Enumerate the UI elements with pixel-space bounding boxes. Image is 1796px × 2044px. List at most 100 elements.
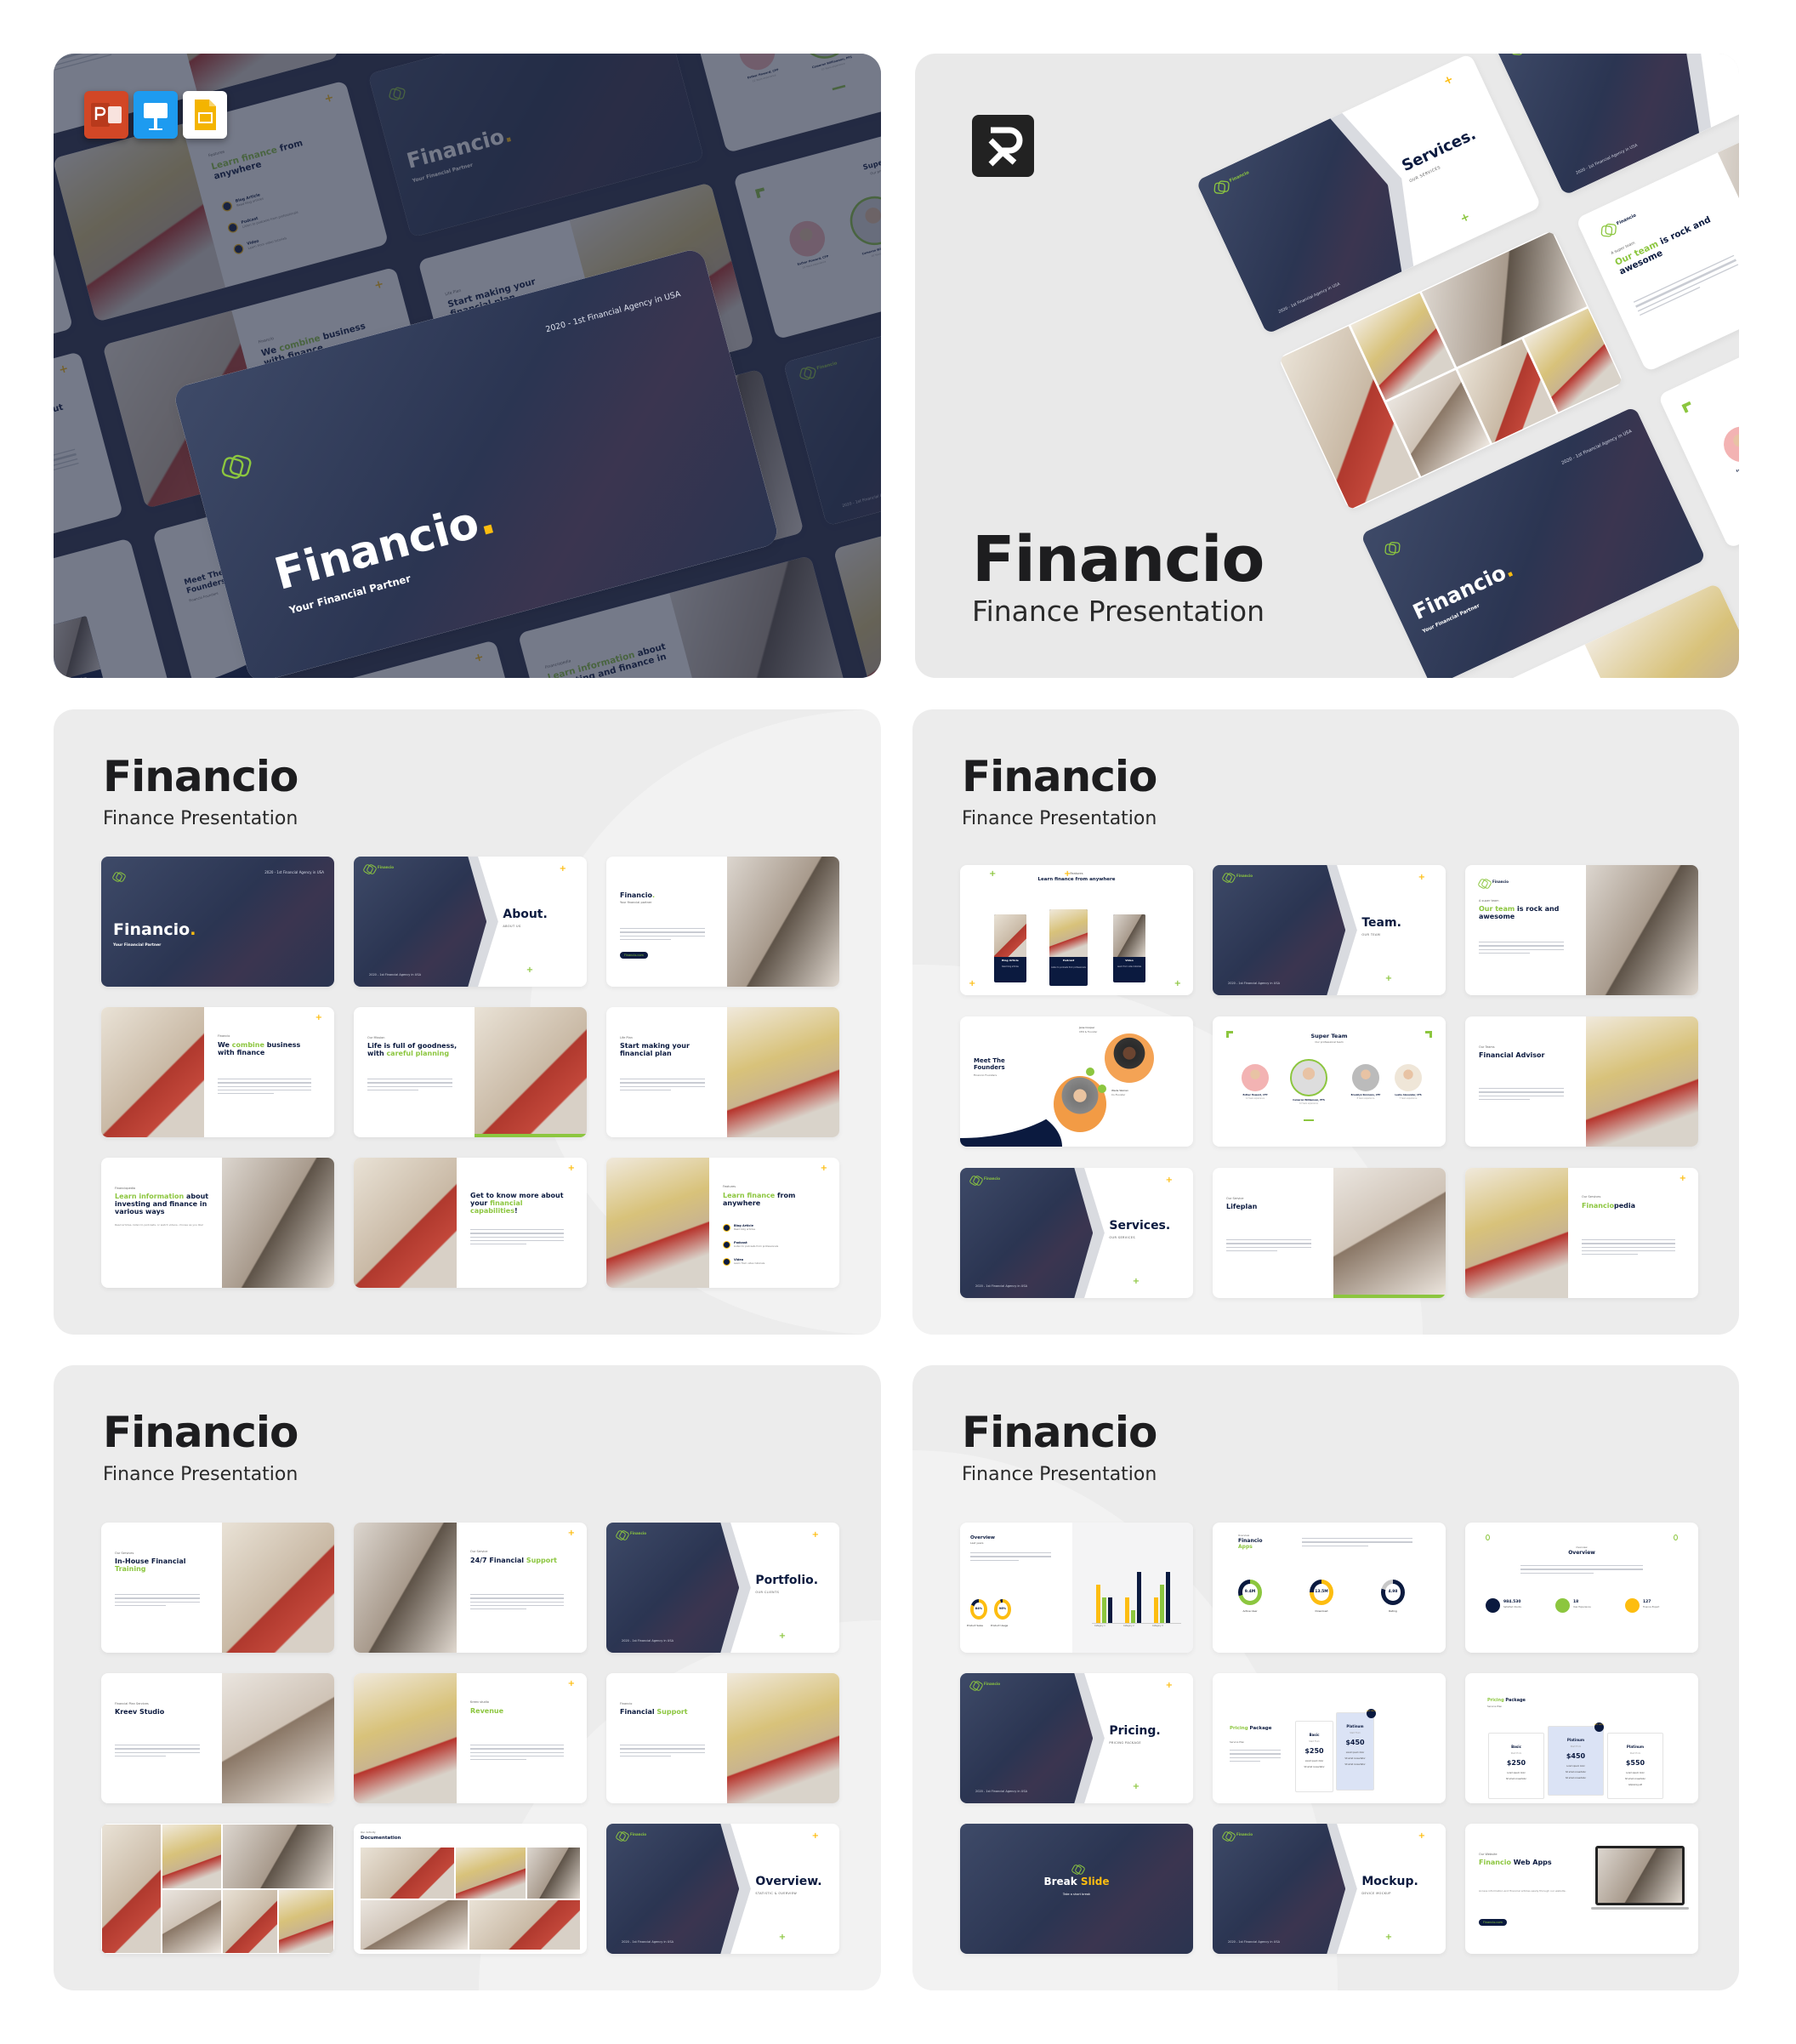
text-line — [620, 1748, 705, 1750]
link-button[interactable]: Financio.com — [1479, 1919, 1507, 1927]
slide-thumbnail-textphoto[interactable]: Our Services In-House Financial Training — [101, 1523, 334, 1653]
donut-label: Download — [1315, 1609, 1328, 1613]
text-line — [620, 928, 705, 930]
photo — [994, 914, 1026, 957]
photo — [361, 1848, 454, 1899]
link-button[interactable]: Financio.com — [620, 952, 648, 959]
bar — [1102, 1597, 1106, 1623]
slide-thumbnail-collage[interactable] — [101, 1824, 334, 1954]
plan-feature: Adipiscing elit — [1628, 1784, 1643, 1786]
slide-thumbnail-phototext[interactable]: Our Services Financiopedia + — [1465, 1168, 1698, 1298]
plan-price: $450 — [1566, 1752, 1586, 1760]
slide-title: About. — [503, 908, 547, 921]
person-name: Wade Warren — [1111, 1089, 1129, 1092]
title-segment: About. — [503, 908, 548, 921]
slide-thumbnail-textphoto[interactable]: Our Teams Financial Advisor — [1465, 1016, 1698, 1147]
slide-kicker: Financio — [620, 1702, 633, 1705]
slide-thumbnail-textphoto[interactable]: Our Service Lifeplan — [1213, 1168, 1446, 1298]
slide-thumbnail-pricing3[interactable]: Pricing Package Service Plan Basic Start Fr… — [1465, 1673, 1698, 1803]
title-segment: Overview — [1568, 1550, 1595, 1556]
slide-thumbnail-cover[interactable]: 2020 - 1st Financial Agency in USA Financ… — [101, 857, 334, 987]
slide-title: Documentation — [361, 1836, 401, 1841]
photo — [606, 1158, 709, 1288]
title-segment: Financial Advisor — [1479, 1051, 1545, 1059]
slide-title: Financio Apps — [1238, 1538, 1272, 1551]
body-text-lines — [1479, 1088, 1564, 1101]
slide-thumbnail-donuts[interactable]: Overview Financio Apps 9.4M Active User 13.5… — [1213, 1523, 1446, 1653]
slide-thumbnail-phototext[interactable]: FeaturesLearn finance from anywhereBlog … — [606, 1158, 839, 1288]
slide-title: Services. — [1109, 1219, 1170, 1233]
slide-thumbnail-section[interactable]: Financio 2020 - 1st Financial Agency in U… — [1213, 1824, 1446, 1954]
text-line — [620, 1085, 705, 1087]
slide-thumbnail-pricing[interactable]: Pricing Package Service Plan Basic Start Fr… — [1213, 1673, 1446, 1803]
slide-thumbnail-textphoto[interactable]: Financiopedia Learn information about inv… — [101, 1158, 334, 1288]
plan-feature: Lorem ipsum dolor — [1626, 1772, 1645, 1774]
slide-thumbnail-section[interactable]: Financio 2020 - 1st Financial Agency in U… — [960, 1673, 1193, 1803]
plan-start-label: Start From — [1350, 1732, 1361, 1734]
slide-thumbnail-textphoto[interactable]: Our Website Financio Web Apps Access infor… — [1465, 1824, 1698, 1954]
hero-right-banner: Financio 2020 - 1st Financial Agency in U… — [915, 54, 1739, 678]
slide-thumbnail-documentation[interactable]: Our Activity Documentation — [354, 1824, 587, 1954]
text-line — [470, 1601, 564, 1603]
slide-kicker: Our Teams — [1479, 1045, 1495, 1049]
slide-thumbnail-stats[interactable]: Overview Overview 984.530 Satisfied Clients… — [1465, 1523, 1698, 1653]
slide-thumbnail-phototext[interactable]: Get to know more about your financial ca… — [354, 1158, 587, 1288]
slide-thumbnail-chart[interactable]: Overview Last years 84% Product Sales 96% Pro… — [960, 1523, 1193, 1653]
slide-thumbnail-textphoto[interactable]: Our Mission Life is full of goodness, wit… — [354, 1007, 587, 1137]
text-line — [1520, 1565, 1643, 1567]
google-slides-icon — [183, 91, 227, 139]
tagline: 2020 - 1st Financial Agency in USA — [1228, 1939, 1281, 1944]
powerpoint-icon — [84, 91, 128, 139]
slide-thumbnail-section[interactable]: Financio 2020 - 1st Financial Agency in U… — [1213, 865, 1446, 995]
brand-name: Financio — [1492, 880, 1509, 884]
slide-thumbnail-team[interactable]: Super TeamOur professional teamEsther Ho… — [1213, 1016, 1446, 1147]
text-line — [970, 1552, 1051, 1554]
slide-thumbnail-section[interactable]: Financio 2020 - 1st Financial Agency in U… — [354, 857, 587, 987]
slide-thumbnail-founders[interactable]: Meet The FoundersFinancio Founders Jane C… — [960, 1016, 1193, 1147]
plan-card: Basic Start From $250 Lorem ipsum dolor Sit … — [1295, 1721, 1333, 1792]
body-text-lines — [1520, 1565, 1643, 1574]
slide-thumbnail-break[interactable]: Break Slide Take a short break — [960, 1824, 1193, 1954]
slide-thumbnail-textphoto[interactable]: Financial Plan Services Kreev Studio — [101, 1673, 334, 1803]
slide-thumbnail-textphoto[interactable]: Financio. Your financial partner Financio.… — [606, 857, 839, 987]
donut-value: 96% — [998, 1607, 1007, 1610]
keynote-icon — [134, 91, 178, 139]
slide-thumbnail-section[interactable]: Financio 2020 - 1st Financial Agency in U… — [960, 1168, 1193, 1298]
body-text-lines — [367, 1079, 452, 1091]
slide-thumbnail-section[interactable]: Financio 2020 - 1st Financial Agency in U… — [606, 1824, 839, 1954]
logo-icon — [1223, 873, 1233, 881]
text-line — [1479, 945, 1564, 947]
text-line — [970, 1556, 1051, 1557]
tagline: 2020 - 1st Financial Agency in USA — [975, 1284, 1028, 1288]
slide-thumbnail-textphoto[interactable]: Financio A super team Our team is rock and… — [1465, 865, 1698, 995]
text-line — [1479, 952, 1530, 954]
slide-title: Mockup. — [1361, 1875, 1418, 1888]
photo — [1213, 1824, 1346, 1954]
brand-name: Financio — [1615, 212, 1637, 226]
slide-subtitle: OUR TEAM — [1361, 933, 1381, 937]
slide-thumbnail-phototext[interactable]: Kreev studio Revenue + — [354, 1673, 587, 1803]
plan-feature: Sit amet consectetur — [1344, 1763, 1366, 1766]
slide-thumbnail-phototext[interactable]: Our Service 24/7 Financial Support + — [354, 1523, 587, 1653]
slide-kicker: Overview — [1238, 1534, 1250, 1537]
slide-title: Overview — [1465, 1550, 1698, 1557]
slide-thumbnail-phototext[interactable]: Financio We combine business with finance… — [101, 1007, 334, 1137]
slide-title: Financio Web Apps — [1479, 1859, 1574, 1866]
body-text-lines — [1230, 1750, 1281, 1762]
text-line — [470, 1604, 564, 1607]
text-line — [1230, 1756, 1281, 1758]
slide-kicker: Our Services — [1582, 1195, 1601, 1199]
slide-thumbnail-textphoto[interactable]: Financio Financial Support — [606, 1673, 839, 1803]
text-line — [115, 1601, 200, 1603]
plus-icon: + — [778, 1631, 787, 1641]
stat-value: 127 — [1643, 1600, 1651, 1604]
photo — [278, 1888, 334, 1954]
text-line — [470, 1597, 564, 1599]
slide-thumbnail-textphoto[interactable]: Life Plan Start making your financial pla… — [606, 1007, 839, 1137]
accent-bar — [1333, 1295, 1446, 1298]
slide-thumbnail-features[interactable]: FeaturesLearn finance from anywhereBlog … — [960, 865, 1193, 995]
feature-card: Podcast Listen to podcasts from professio… — [1049, 909, 1088, 986]
slide-thumbnail-section[interactable]: Financio 2020 - 1st Financial Agency in U… — [606, 1523, 839, 1653]
slide-subtitle: OUR SERVICES — [1109, 1236, 1135, 1239]
feature-card: Blog Article Read blog articles — [994, 914, 1026, 982]
